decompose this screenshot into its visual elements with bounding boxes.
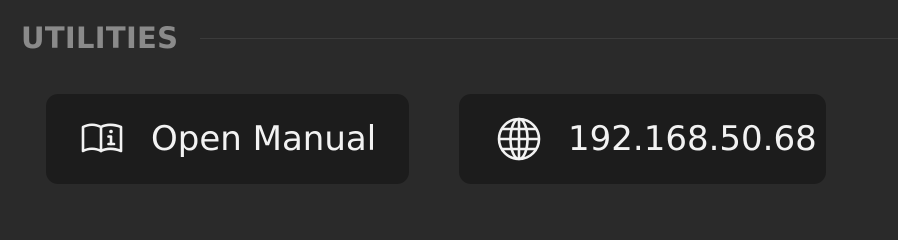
book-info-icon (79, 115, 127, 163)
open-manual-button[interactable]: Open Manual (46, 94, 409, 184)
open-manual-label: Open Manual (151, 119, 377, 159)
section-divider (200, 37, 898, 39)
ip-address-label: 192.168.50.68 (568, 119, 817, 159)
ip-address-button[interactable]: 192.168.50.68 (459, 94, 826, 184)
globe-icon (495, 115, 543, 163)
section-title: UTILITIES (21, 21, 179, 55)
utilities-section-header: UTILITIES (21, 18, 898, 58)
